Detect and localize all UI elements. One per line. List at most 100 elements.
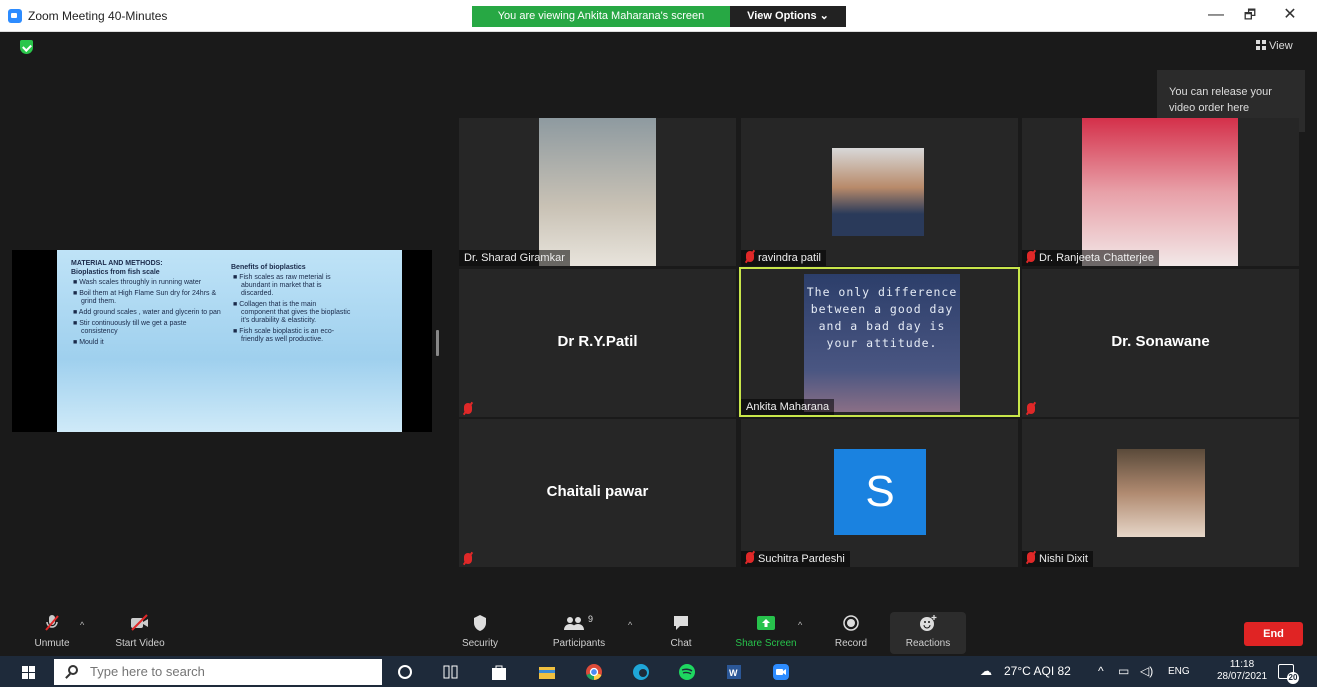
slide-column-benefits: Benefits of bioplastics ■ Fish scales as… [231,264,351,344]
chat-icon [664,614,698,632]
language-indicator[interactable]: ENG [1168,666,1190,677]
zoom-taskbar-icon[interactable] [772,663,790,681]
maximize-button[interactable]: 🗗 [1232,4,1268,26]
avatar: S [834,449,926,535]
slide-bullet: ■ Collagen that is the main component th… [233,301,351,324]
spotify-icon[interactable] [678,663,696,681]
start-video-button[interactable]: Start Video [108,614,172,649]
title-bar: Zoom Meeting 40-Minutes You are viewing … [0,0,1317,32]
participant-video [1082,118,1238,266]
shared-screen[interactable]: MATERIAL AND METHODS: Bioplastics from f… [12,250,432,432]
split-view-drag-handle[interactable] [436,330,439,356]
clock[interactable]: 11:18 28/07/2021 [1214,659,1270,683]
security-button[interactable]: Security [455,614,505,649]
participant-photo [832,148,924,236]
record-button[interactable]: Record [830,614,872,649]
unmute-button[interactable]: Unmute [30,614,74,649]
participant-tile[interactable]: Dr. Sonawane [1022,269,1299,417]
participant-name-large: Dr. Sonawane [1111,333,1210,350]
weather-text[interactable]: 27°C AQI 82 [1004,664,1071,678]
quote-image: The only difference between a good day a… [804,274,960,412]
slide-bullet: ■ Fish scales as raw meterial is abundan… [233,274,331,297]
view-options-button[interactable]: View Options ⌄ [730,6,846,27]
participant-name: Nishi Dixit [1022,551,1093,567]
network-icon[interactable]: ▭ [1118,664,1129,678]
notification-count: 20 [1287,672,1299,684]
participant-tile[interactable]: Chaitali pawar [459,419,736,567]
share-screen-icon [730,614,802,632]
mic-muted-icon [1027,251,1035,262]
participant-tile[interactable]: Dr. Ranjeeta Chatterjee [1022,118,1299,266]
svg-text:W: W [729,668,738,678]
slide-heading: MATERIAL AND METHODS: [71,260,163,267]
search-icon [68,665,78,675]
slide-bullet: ■ Stir continuously till we get a paste … [73,320,187,335]
share-screen-button[interactable]: Share Screen [730,614,802,649]
weather-icon[interactable]: ☁ [980,664,992,678]
view-button[interactable]: View [1256,40,1293,52]
notification-center-icon[interactable]: 20 [1278,664,1299,684]
chevron-up-icon[interactable]: ^ [1098,664,1104,678]
chevron-down-icon: ⌄ [819,10,829,22]
chat-button[interactable]: Chat [664,614,698,649]
view-label: View [1269,40,1293,52]
mic-muted-icon [1027,403,1035,414]
chevron-up-icon[interactable]: ^ [798,620,802,630]
participant-name: ravindra patil [741,250,826,266]
reactions-button[interactable]: Reactions [890,612,966,654]
word-icon[interactable]: W [725,663,743,681]
participant-tile[interactable]: S Suchitra Pardeshi [741,419,1018,567]
svg-text:9: 9 [588,614,593,624]
view-options-label: View Options [747,10,817,22]
participant-video [539,118,656,266]
chrome-icon[interactable] [585,663,603,681]
windows-taskbar: W ☁ 27°C AQI 82 ^ ▭ ◁) ENG 11:18 28/07/2… [0,656,1317,687]
store-icon[interactable] [490,663,508,681]
clock-time: 11:18 [1229,659,1255,670]
slide-bullet: ■ Mould it [73,339,104,346]
participant-photo [1117,449,1205,537]
meeting-toolbar: Unmute ^ Start Video Security 9 Particip… [0,608,1317,656]
chevron-up-icon[interactable]: ^ [628,620,632,630]
slide-bullet: ■ Boil them at High Flame Sun dry for 24… [73,290,217,305]
mic-muted-icon [746,552,754,563]
video-off-icon [108,614,172,632]
participants-button[interactable]: 9 Participants [546,614,612,649]
task-view-icon[interactable] [443,663,461,681]
file-explorer-icon[interactable] [538,663,556,681]
slide-bullet: ■ Add ground scales , water and glycerin… [73,309,221,316]
viewing-screen-banner: You are viewing Ankita Maharana's screen [472,6,730,27]
participant-name: Dr. Sharad Giramkar [459,250,570,266]
participant-tile[interactable]: Dr. Sharad Giramkar [459,118,736,266]
zoom-app-icon [8,9,22,23]
mic-muted-icon [746,251,754,262]
participant-name: Ankita Maharana [741,399,835,415]
record-icon [830,614,872,632]
end-meeting-button[interactable]: End [1244,622,1303,646]
participant-tile[interactable]: ravindra patil [741,118,1018,266]
search-input[interactable] [90,664,370,679]
mic-muted-icon [464,553,472,564]
minimize-button[interactable]: — [1198,4,1234,26]
cortana-icon[interactable] [398,665,412,679]
mic-muted-icon [464,403,472,414]
edge-icon[interactable] [632,663,650,681]
chevron-up-icon[interactable]: ^ [80,620,84,630]
taskbar-search-box[interactable] [54,659,382,685]
clock-date: 28/07/2021 [1216,671,1268,682]
participants-icon: 9 [546,614,612,632]
mic-muted-icon [30,614,74,632]
participant-tile[interactable]: Nishi Dixit [1022,419,1299,567]
slide-bullet: ■ Fish scale bioplastic is an eco-friend… [233,328,335,343]
grid-icon [1256,40,1266,50]
windows-start-icon[interactable] [22,666,35,679]
slide-heading: Benefits of bioplastics [231,264,306,271]
close-button[interactable]: ✕ [1272,4,1308,26]
participant-name-large: Chaitali pawar [546,483,649,500]
participant-tile[interactable]: Dr R.Y.Patil [459,269,736,417]
active-speaker-tile[interactable]: The only difference between a good day a… [739,267,1020,417]
slide-subheading: Bioplastics from fish scale [71,269,160,276]
volume-icon[interactable]: ◁) [1140,664,1153,678]
encryption-shield-icon[interactable] [20,40,33,54]
window-title: Zoom Meeting 40-Minutes [28,9,168,23]
